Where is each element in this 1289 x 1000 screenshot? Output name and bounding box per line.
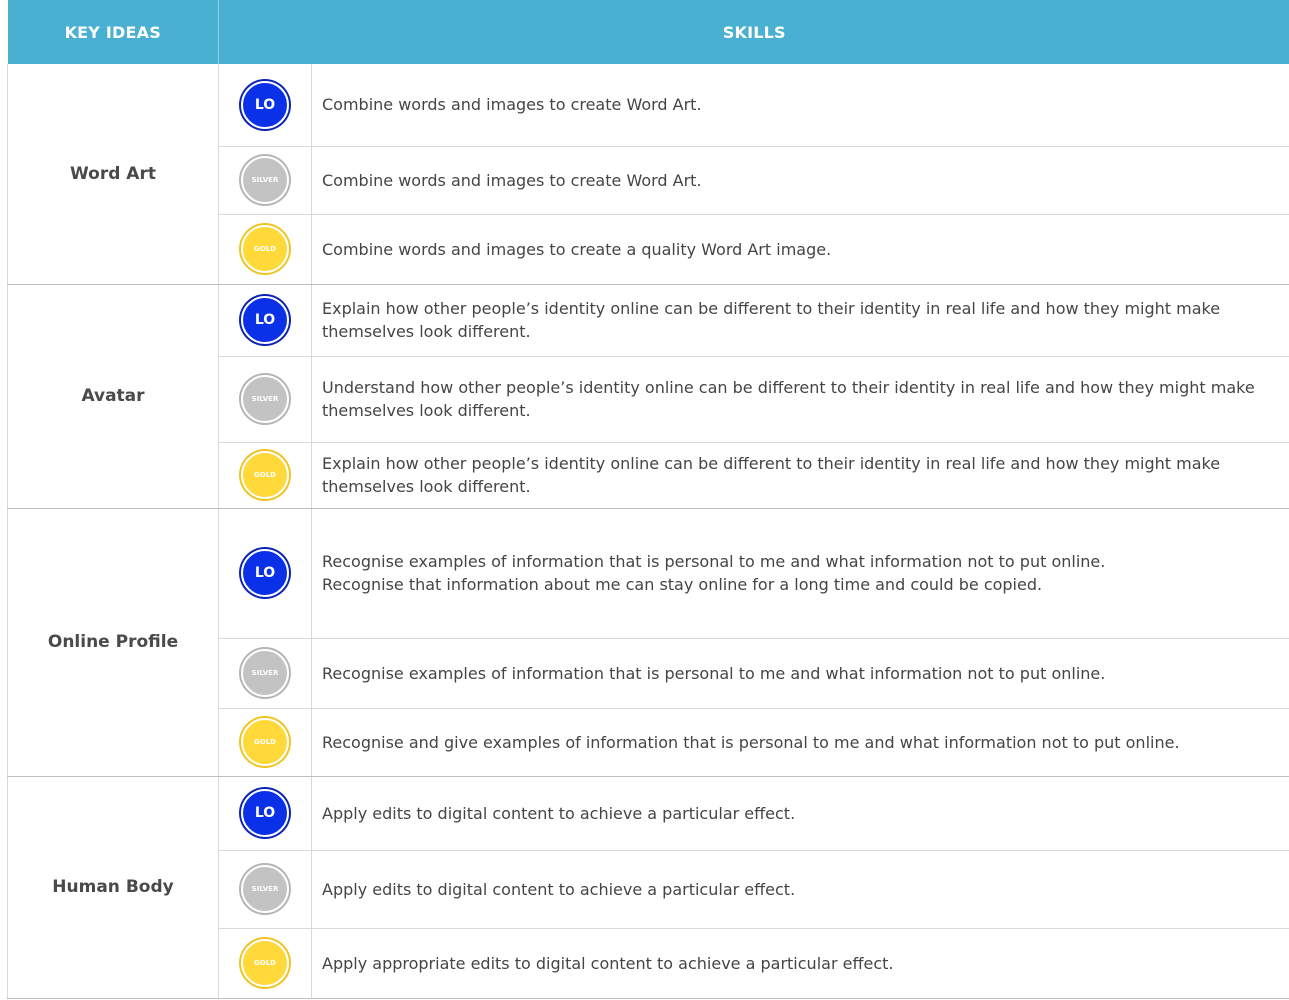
key-ideas-header: KEY IDEAS: [7, 0, 219, 64]
lo-badge-icon: LO: [241, 296, 289, 344]
skill-text: Combine words and images to create Word …: [311, 64, 1289, 147]
lo-badge-icon: LO: [241, 789, 289, 837]
gold-badge-icon: GOLD: [241, 718, 289, 766]
silver-badge-icon: SILVER: [241, 156, 289, 204]
key-idea-cell: Human Body: [7, 776, 219, 999]
badge-cell: SILVER: [218, 146, 312, 215]
badge-cell: SILVER: [218, 356, 312, 443]
skill-text: Recognise and give examples of informati…: [311, 708, 1289, 777]
gold-badge-icon: GOLD: [241, 225, 289, 273]
badge-cell: SILVER: [218, 638, 312, 709]
table-header: KEY IDEAS SKILLS: [7, 0, 1289, 64]
badge-cell: GOLD: [218, 708, 312, 777]
silver-badge-icon: SILVER: [241, 649, 289, 697]
skill-text: Explain how other people’s identity onli…: [311, 442, 1289, 509]
lo-badge-icon: LO: [241, 80, 289, 129]
gold-badge-icon: GOLD: [241, 451, 289, 499]
skill-text: Apply appropriate edits to digital conte…: [311, 928, 1289, 999]
lo-badge-icon: LO: [241, 549, 289, 597]
table-row: Word Art LO Combine words and images to …: [7, 64, 1289, 285]
badge-cell: LO: [218, 776, 312, 851]
table-row: Human Body LO Apply edits to digital con…: [7, 776, 1289, 999]
skill-text: Combine words and images to create Word …: [311, 146, 1289, 215]
skill-text: Explain how other people’s identity onli…: [311, 284, 1289, 357]
badge-cell: LO: [218, 508, 312, 639]
silver-badge-icon: SILVER: [241, 375, 289, 423]
key-idea-cell: Online Profile: [7, 508, 219, 777]
skill-text: Combine words and images to create a qua…: [311, 214, 1289, 285]
skill-text: Understand how other people’s identity o…: [311, 356, 1289, 443]
badge-cell: GOLD: [218, 928, 312, 999]
skill-text: Apply edits to digital content to achiev…: [311, 850, 1289, 929]
skill-text: Apply edits to digital content to achiev…: [311, 776, 1289, 851]
key-idea-cell: Word Art: [7, 64, 219, 285]
table-row: Avatar LO Explain how other people’s ide…: [7, 284, 1289, 509]
skills-table: KEY IDEAS SKILLS Word Art LO Combine wor…: [7, 0, 1289, 999]
badge-cell: LO: [218, 64, 312, 147]
skills-header: SKILLS: [218, 0, 1289, 64]
silver-badge-icon: SILVER: [241, 865, 289, 913]
badge-cell: GOLD: [218, 442, 312, 509]
badge-cell: GOLD: [218, 214, 312, 285]
key-idea-cell: Avatar: [7, 284, 219, 509]
table-row: Online Profile LO Recognise examples of …: [7, 508, 1289, 777]
badge-cell: SILVER: [218, 850, 312, 929]
skill-text: Recognise examples of information that i…: [311, 508, 1289, 639]
gold-badge-icon: GOLD: [241, 939, 289, 987]
table-body: Word Art LO Combine words and images to …: [7, 64, 1289, 999]
badge-cell: LO: [218, 284, 312, 357]
skill-text: Recognise examples of information that i…: [311, 638, 1289, 709]
